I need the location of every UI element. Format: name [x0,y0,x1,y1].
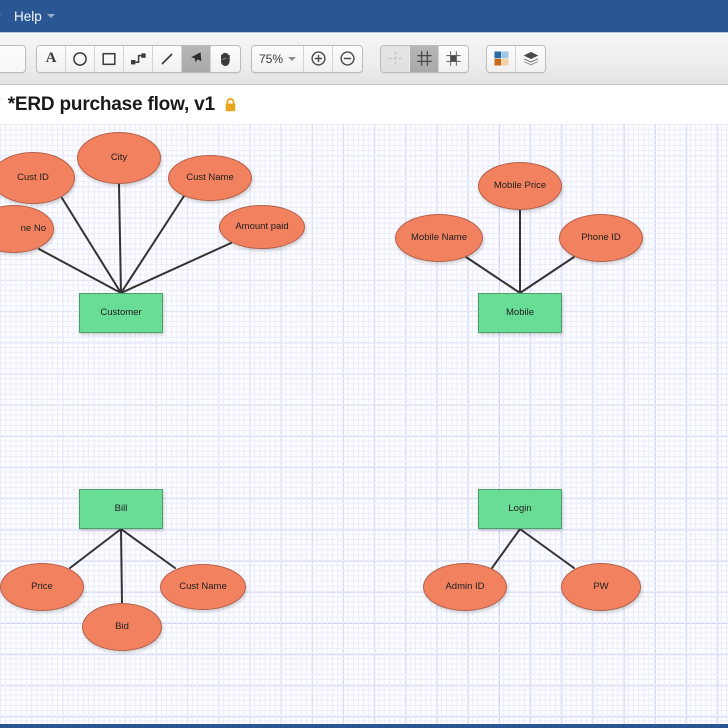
attribute-mobile-name[interactable]: Mobile Name [395,214,483,262]
toolbar: A 75% [0,33,728,85]
entity-mobile[interactable]: Mobile [478,293,562,333]
text-tool[interactable]: A [37,45,66,72]
attribute-admin-id-label: Admin ID [445,580,485,592]
attribute-mobile-price[interactable]: Mobile Price [478,162,562,210]
attribute-price[interactable]: Price [0,563,84,611]
format-extra-tool[interactable] [0,45,25,72]
page-title[interactable]: *ERD purchase flow, v1 [8,94,215,116]
snap-grid-icon [446,51,461,66]
attribute-cust-name[interactable]: Cust Name [168,155,252,201]
connector-bill-custname [120,528,176,569]
chevron-down-icon [0,14,1,18]
attribute-phone-id[interactable]: Phone ID [559,214,643,262]
attribute-phone-no-label: ne No [20,222,46,234]
lock-closed-icon[interactable] [224,97,237,113]
text-a-icon: A [45,50,57,66]
attribute-mobile-price-label: Mobile Price [493,179,547,191]
style-group [486,44,546,73]
attribute-pw[interactable]: PW [561,563,641,611]
pan-tool[interactable] [211,45,240,72]
line-icon [161,52,173,65]
grid-icon [416,51,432,66]
minus-circle-icon [340,51,355,66]
attribute-cust-name-label: Cust Name [186,171,234,183]
zoom-level-label: 75% [258,51,284,66]
format-tool-group [0,44,26,73]
layers-button[interactable] [516,45,545,72]
connector-bill-bid [120,528,123,604]
menu-item-help-label: Help [14,8,42,24]
cursor-arrow-icon [191,52,202,63]
plus-circle-icon [310,51,326,66]
connector-city-customer [118,183,122,294]
connector-login-pw [519,528,575,569]
shape-tools-group: A [36,44,241,73]
attribute-bill-cust-name[interactable]: Cust Name [160,564,246,610]
connector-icon [130,52,146,64]
attribute-city[interactable]: City [77,132,161,184]
entity-mobile-label: Mobile [506,306,534,318]
entity-bill[interactable]: Bill [79,489,163,529]
connector-login-adminid [491,528,521,569]
entity-customer[interactable]: Customer [79,293,163,333]
attribute-bill-cust-name-label: Cust Name [179,580,227,592]
attribute-amount-paid-label: Amount paid [235,220,289,232]
entity-customer-label: Customer [100,306,142,318]
attribute-admin-id[interactable]: Admin ID [423,563,507,611]
attribute-phone-id-label: Phone ID [581,231,621,243]
bottom-status-bar [0,724,728,728]
grid-toggle[interactable] [410,45,439,72]
hand-icon [221,52,230,66]
breadcrumb-separator: / [0,95,1,115]
chevron-down-icon [288,56,297,61]
line-tool[interactable] [153,45,182,72]
attribute-city-label: City [110,151,128,163]
ellipse-tool[interactable] [66,45,95,72]
attribute-pw-label: PW [593,580,609,592]
connector-mobilename-mobile [465,256,521,294]
attribute-cust-id-label: Cust ID [17,171,49,183]
attribute-bid[interactable]: Bid [82,603,162,651]
chevron-down-icon [46,14,55,18]
attribute-mobile-name-label: Mobile Name [411,231,467,243]
connector-phoneid-mobile [519,256,575,294]
zoom-in-button[interactable] [304,45,333,72]
select-tool[interactable] [182,45,211,72]
attribute-price-label: Price [31,580,53,592]
layers-icon [523,52,538,66]
rectangle-icon [102,52,116,65]
ellipse-icon [73,51,87,66]
snap-to-grid-toggle[interactable] [439,45,468,72]
theme-swatch-button[interactable] [487,45,516,72]
crosshair-icon [388,51,402,66]
zoom-out-button[interactable] [333,45,362,72]
guides-toggle[interactable] [381,45,410,72]
connector-phoneno-customer [38,248,122,294]
connector-tool[interactable] [124,45,153,72]
menu-item-help[interactable]: Help [5,0,64,33]
connector-custid-customer [61,197,122,294]
zoom-group: 75% [251,44,363,73]
connector-bill-price [69,528,122,569]
entity-bill-label: Bill [114,502,128,514]
diagram-editor-window: Help A 75% *ERD purchase flow, v1 Custom… [0,0,728,728]
document-title-bar: / *ERD purchase flow, v1 [0,85,728,124]
zoom-level-dropdown[interactable]: 75% [252,45,304,72]
menu-bar: Help [0,0,728,33]
grid-group [380,44,469,73]
color-swatch-icon [494,51,508,66]
entity-login-label: Login [508,502,532,514]
attribute-amount-paid[interactable]: Amount paid [219,205,305,249]
entity-login[interactable]: Login [478,489,562,529]
attribute-bid-label: Bid [115,620,129,632]
rectangle-tool[interactable] [95,45,124,72]
diagram-canvas[interactable]: Customer Cust ID ne No City Cust Name Am… [0,124,728,724]
